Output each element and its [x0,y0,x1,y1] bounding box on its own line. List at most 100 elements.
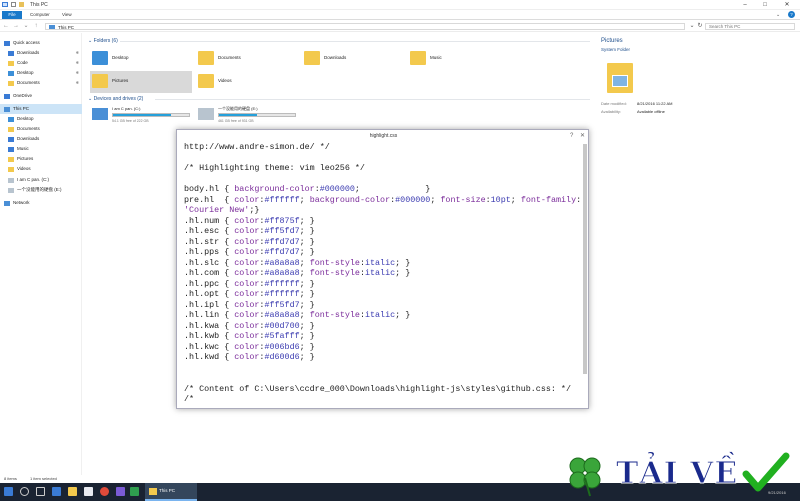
nav-item[interactable]: I am C pan. (C:) [0,175,82,185]
folders-section-header[interactable]: ⌄ Folders (6) [88,38,118,44]
help-icon[interactable]: ? [570,131,573,141]
landscape-icon [612,75,628,87]
folder-downloads[interactable]: Downloads [302,48,402,70]
new-folder-icon[interactable] [19,2,24,7]
drive-usage-fill [219,114,257,116]
nav-item-label: Downloads [17,50,40,55]
folder-videos[interactable]: Videos [196,71,296,93]
edge-icon[interactable] [52,487,61,496]
folder-desktop[interactable]: Desktop [90,48,190,70]
folder-documents[interactable]: Documents [196,48,296,70]
code-text[interactable]: http://www.andre-simon.de/ */ /* Highligh… [184,142,580,408]
tab-computer[interactable]: Computer [26,11,54,19]
pin-icon[interactable]: ✱ [76,58,79,68]
code-line: .hl.com { color:#a8a8a8; font-style:ital… [184,268,411,278]
back-arrow-icon[interactable]: ← [2,23,10,30]
address-dropdown-icon[interactable]: ⌄ [688,23,696,30]
tab-file[interactable]: File [2,11,22,19]
code-line: 'Courier New';} [184,205,260,215]
details-subtitle: System Folder [601,47,631,52]
search-input[interactable]: Search This PC [705,23,795,30]
taskbar-this-pc[interactable]: This PC [145,483,197,501]
nav-item[interactable]: Videos [0,164,82,174]
nav-item[interactable]: Documents [0,124,82,134]
drives-header-label: Devices and drives (2) [93,96,144,102]
task-view-icon[interactable] [36,487,45,496]
nav-item[interactable]: Network [0,198,82,208]
code-line: .hl.lin { color:#a8a8a8; font-style:ital… [184,310,411,320]
music-icon [8,147,14,152]
pictures-icon [8,157,14,162]
desktop-icon [8,71,14,76]
tab-view[interactable]: View [58,11,76,19]
date-modified-value: 8/21/2016 11:22 AM [637,101,673,106]
help-icon[interactable]: ? [788,11,795,18]
drives-section-header[interactable]: ⌄ Devices and drives (2) [88,96,143,102]
file-explorer-icon[interactable] [68,487,77,496]
drive-e[interactable]: 一个没能用的硬盘 (E:) 461 GB free of 931 GB [196,104,306,128]
close-button[interactable]: ✕ [780,1,794,9]
nav-item[interactable]: Code ✱ [0,58,82,68]
nav-item[interactable]: Desktop [0,114,82,124]
nav-item[interactable]: Music [0,144,82,154]
minimize-button[interactable]: – [738,1,752,9]
code-line: .hl.ppc { color:#ffffff; } [184,278,315,289]
expand-ribbon-icon[interactable]: ⌄ [776,12,780,18]
nav-item[interactable]: OneDrive [0,91,82,101]
desktop-icon [8,117,14,122]
folder-label: Documents [218,55,241,60]
nav-item-label: This PC [13,106,30,111]
nav-item-label: Desktop [17,70,34,75]
folders-header-label: Folders (6) [93,38,118,44]
nav-item[interactable]: Documents ✱ [0,78,82,88]
divider [120,41,590,42]
folder-label: Desktop [112,55,129,60]
address-field[interactable]: This PC [45,23,685,30]
nav-item[interactable]: This PC [0,104,82,114]
pictures-large-icon [607,63,633,93]
date-modified-label: Date modified: [601,101,627,106]
folder-pictures[interactable]: Pictures [90,71,192,93]
nav-item[interactable]: Downloads ✱ [0,48,82,58]
pin-icon[interactable]: ✱ [76,48,79,58]
file-explorer-icon [149,488,157,495]
maximize-button[interactable]: □ [758,1,772,9]
nav-item[interactable]: Downloads [0,134,82,144]
code-line: /* Highlighting theme: vim leo256 */ [184,163,365,173]
code-viewer-window[interactable]: highlight.css ? ✕ http://www.andre-simon… [176,129,589,409]
scrollbar[interactable] [583,144,587,374]
drive-c[interactable]: I am C pan. (C:) 54.1 GB free of 222 GB [90,104,200,128]
nav-item[interactable]: Pictures [0,154,82,164]
documents-icon [8,81,14,86]
refresh-icon[interactable]: ↻ [696,23,704,30]
recent-chevron-icon[interactable]: ⌄ [22,23,30,30]
app-icon[interactable] [116,487,125,496]
nav-item-label: Code [17,60,28,65]
up-arrow-icon[interactable]: ↑ [32,23,40,30]
pin-icon[interactable]: ✱ [76,68,79,78]
computer-icon [49,25,55,29]
search-icon[interactable] [20,487,29,496]
ribbon-tabs: File Computer View ⌄ ? [0,10,800,20]
watermark-text: TẢI VỀ [615,456,739,492]
store-icon[interactable] [84,487,93,496]
forward-arrow-icon[interactable]: → [12,23,20,30]
start-windows-icon[interactable] [4,487,13,496]
chrome-icon[interactable] [100,487,109,496]
nav-item-label: Quick access [13,40,40,45]
nav-item[interactable]: Desktop ✱ [0,68,82,78]
drive-usage-bar [112,113,190,117]
drive-space: 54.1 GB free of 222 GB [112,119,149,123]
app-icon[interactable] [130,487,139,496]
code-window-title: highlight.css [369,133,398,139]
properties-icon[interactable] [2,2,8,7]
close-icon[interactable]: ✕ [580,131,585,141]
folder-label: Music [430,55,442,60]
new-document-icon[interactable] [11,2,16,7]
nav-item[interactable]: 一个没能用的硬盘 (E:) [0,185,82,195]
pin-icon[interactable]: ✱ [76,78,79,88]
code-line: .hl.opt { color:#ffffff; } [184,289,315,299]
folder-music[interactable]: Music [408,48,508,70]
nav-item[interactable]: Quick access [0,38,82,48]
